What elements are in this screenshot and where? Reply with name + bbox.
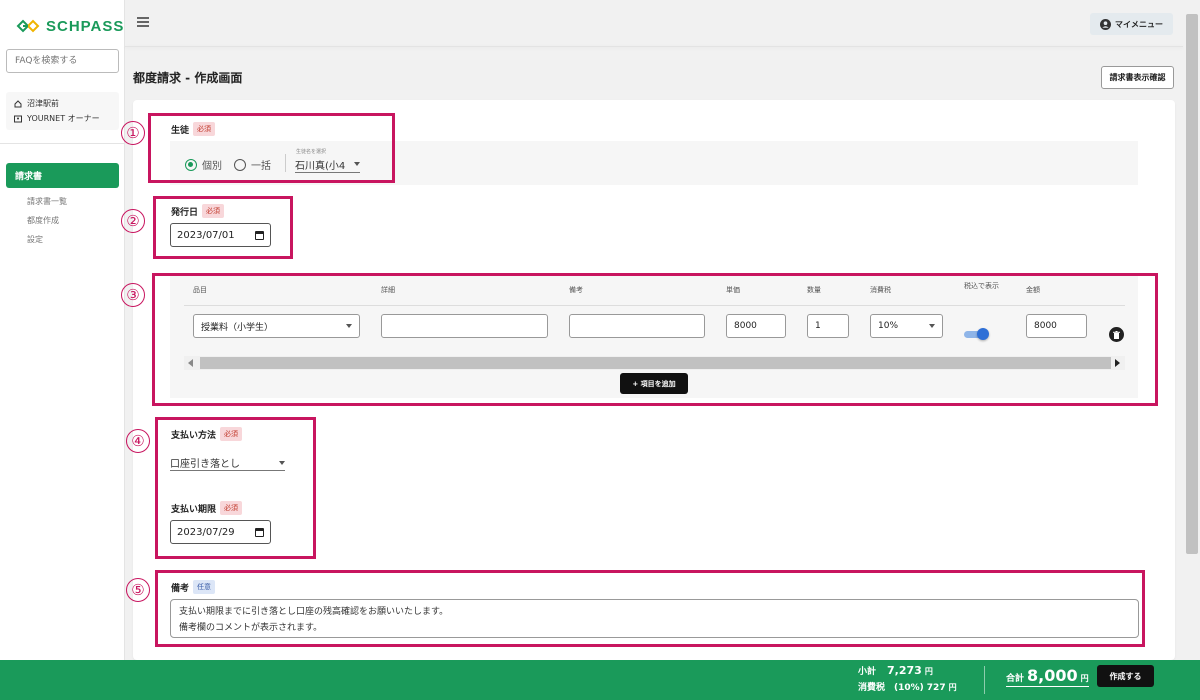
total: 合計 8,000 円 xyxy=(1006,666,1089,687)
total-yen: 円 xyxy=(1080,674,1089,683)
logo-mark-icon xyxy=(16,19,40,33)
tax-summary-label: 消費税 xyxy=(858,683,886,693)
schpass-logo[interactable]: SCHPASS xyxy=(16,16,124,36)
summary-footer: 小計 7,273 円 消費税 (10%) 727 円 合計 8,000 円 xyxy=(0,660,1200,700)
annotation-number-3: ③ xyxy=(121,283,145,307)
my-menu-button[interactable]: マイメニュー xyxy=(1090,13,1173,35)
org-owner: YOURNET オーナー xyxy=(14,113,100,124)
annotation-box-5 xyxy=(155,570,1145,647)
annotation-box-4 xyxy=(155,417,316,559)
org-school-label: 沼津駅前 xyxy=(27,99,59,108)
faq-search-input[interactable] xyxy=(6,49,119,73)
annotation-number-1: ① xyxy=(121,121,145,145)
invoice-preview-button[interactable]: 請求書表示確認 xyxy=(1101,66,1174,89)
total-value: 8,000 xyxy=(1027,666,1078,685)
home-icon xyxy=(14,99,22,107)
sidebar: SCHPASS 沼津駅前 YOURNET オーナー 請求書 請求書一覧 都度作成… xyxy=(0,0,125,660)
tax-summary-yen: 円 xyxy=(948,683,957,692)
my-menu-label: マイメニュー xyxy=(1115,19,1163,29)
create-button[interactable]: 作成する xyxy=(1097,665,1154,687)
footer-divider xyxy=(984,666,985,694)
subtotal-value: 7,273 xyxy=(887,664,922,677)
logo-text: SCHPASS xyxy=(46,17,125,35)
org-school: 沼津駅前 xyxy=(14,98,59,109)
id-card-icon xyxy=(14,115,22,122)
header-divider xyxy=(125,46,1183,47)
page-scrollbar-thumb[interactable] xyxy=(1186,14,1198,554)
annotation-number-5: ⑤ xyxy=(126,578,150,602)
page-title: 都度請求 - 作成画面 xyxy=(133,71,243,85)
tax-summary-rate: (10%) xyxy=(894,683,924,693)
annotation-box-1 xyxy=(148,113,395,183)
sidebar-item-invoice[interactable]: 請求書 xyxy=(6,163,119,188)
sidebar-divider xyxy=(0,143,125,144)
sidebar-item-invoice-list[interactable]: 請求書一覧 xyxy=(27,196,67,207)
sidebar-item-create[interactable]: 都度作成 xyxy=(27,215,59,226)
tax-summary: 消費税 (10%) 727 円 xyxy=(858,680,957,693)
org-owner-label: YOURNET オーナー xyxy=(27,114,100,123)
org-box: 沼津駅前 YOURNET オーナー xyxy=(6,92,119,130)
annotation-box-2 xyxy=(153,196,293,259)
hamburger-menu-icon[interactable] xyxy=(137,17,149,27)
subtotal-label: 小計 xyxy=(858,667,877,677)
annotation-box-3 xyxy=(152,273,1158,406)
sidebar-item-settings[interactable]: 設定 xyxy=(27,234,43,245)
annotation-number-4: ④ xyxy=(126,429,150,453)
total-label: 合計 xyxy=(1006,674,1025,684)
user-circle-icon xyxy=(1100,18,1111,30)
annotation-number-2: ② xyxy=(121,209,145,233)
tax-summary-value: 727 xyxy=(926,683,946,693)
subtotal-yen: 円 xyxy=(924,667,933,676)
subtotal: 小計 7,273 円 xyxy=(858,664,933,677)
